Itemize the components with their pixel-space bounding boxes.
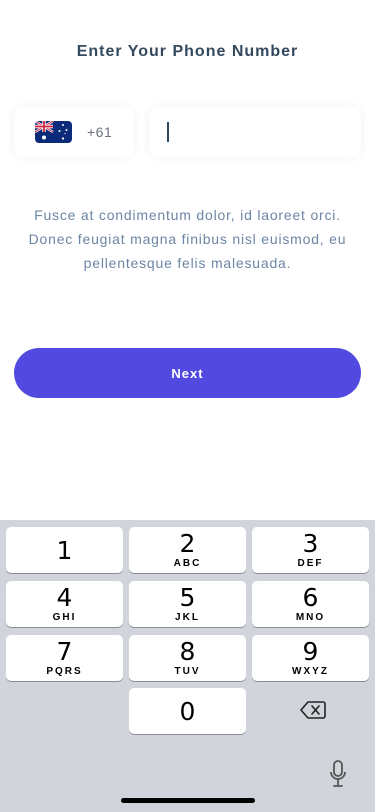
key-8[interactable]: 8 TUV bbox=[129, 635, 246, 681]
key-3[interactable]: 3 DEF bbox=[252, 527, 369, 573]
australia-flag-icon bbox=[35, 121, 72, 143]
country-code-selector[interactable]: +61 bbox=[14, 107, 134, 157]
key-1[interactable]: 1 bbox=[6, 527, 123, 573]
text-caret bbox=[167, 122, 169, 142]
next-button[interactable]: Next bbox=[14, 348, 361, 398]
phone-number-field[interactable] bbox=[149, 107, 361, 157]
key-5[interactable]: 5 JKL bbox=[129, 581, 246, 627]
key-2[interactable]: 2 ABC bbox=[129, 527, 246, 573]
key-6[interactable]: 6 MNO bbox=[252, 581, 369, 627]
microphone-icon[interactable] bbox=[328, 760, 348, 788]
key-7[interactable]: 7 PQRS bbox=[6, 635, 123, 681]
key-9[interactable]: 9 WXYZ bbox=[252, 635, 369, 681]
description-text: Fusce at condimentum dolor, id laoreet o… bbox=[28, 207, 347, 271]
phone-number-input[interactable] bbox=[149, 107, 361, 157]
dial-code: +61 bbox=[87, 124, 113, 140]
home-indicator bbox=[121, 798, 255, 803]
backspace-icon[interactable] bbox=[300, 700, 326, 720]
key-0[interactable]: 0 bbox=[129, 688, 246, 734]
key-4[interactable]: 4 GHI bbox=[6, 581, 123, 627]
page-title: Enter Your Phone Number bbox=[76, 43, 299, 60]
